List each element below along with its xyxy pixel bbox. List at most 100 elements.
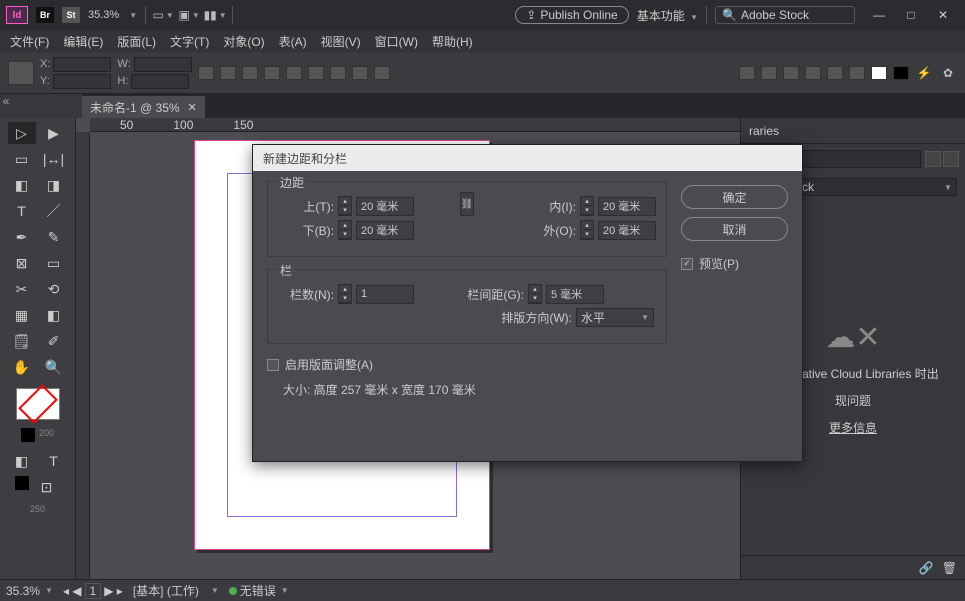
gear-icon[interactable]: ✿: [939, 65, 957, 81]
top-margin-input[interactable]: 20 毫米: [356, 197, 414, 216]
pen-tool[interactable]: ✒: [8, 226, 36, 248]
rect-frame-tool[interactable]: ⊠: [8, 252, 36, 274]
list-view-icon[interactable]: [943, 151, 959, 167]
rect-tool[interactable]: ▭: [40, 252, 68, 274]
panel-tab[interactable]: raries: [741, 118, 965, 144]
link-margins-icon[interactable]: ⛓: [460, 192, 474, 216]
outside-margin-input[interactable]: 20 毫米: [598, 221, 656, 240]
close-tab-icon[interactable]: ✕: [188, 101, 197, 114]
swap-fs[interactable]: ⊡: [33, 476, 61, 498]
zoom-level[interactable]: 35.3%: [88, 9, 119, 21]
arrange-icon[interactable]: ▮▮▼: [206, 7, 224, 23]
w-input[interactable]: [134, 57, 192, 72]
selection-tool[interactable]: ▷: [8, 122, 36, 144]
ctrl-icon[interactable]: [352, 66, 368, 80]
maximize-button[interactable]: □: [895, 3, 927, 27]
y-input[interactable]: [53, 74, 111, 89]
bridge-badge[interactable]: Br: [36, 7, 54, 23]
menu-table[interactable]: 表(A): [273, 31, 313, 52]
menu-object[interactable]: 对象(O): [217, 31, 270, 52]
content-tool[interactable]: ◧: [8, 174, 36, 196]
ctrl-icon[interactable]: [198, 66, 214, 80]
close-button[interactable]: ✕: [927, 3, 959, 27]
gap-tool[interactable]: |↔|: [40, 148, 68, 170]
type-tool[interactable]: T: [8, 200, 36, 222]
stock-search[interactable]: 🔍 Adobe Stock: [715, 6, 855, 24]
master-page[interactable]: [基本] (工作): [133, 582, 199, 599]
ctrl-icon[interactable]: [330, 66, 346, 80]
spinner[interactable]: ▴▾: [338, 220, 352, 240]
ctrl-icon[interactable]: [308, 66, 324, 80]
status-zoom[interactable]: 35.3%: [6, 584, 40, 598]
trash-icon[interactable]: 🗑: [942, 561, 957, 575]
scissors-tool[interactable]: ✂: [8, 278, 36, 300]
ok-button[interactable]: 确定: [681, 185, 788, 209]
more-info-link[interactable]: 更多信息: [829, 419, 877, 436]
workspace-selector[interactable]: 基本功能 ▼: [637, 7, 698, 24]
document-tab[interactable]: 未命名-1 @ 35% ✕: [82, 96, 205, 118]
bottom-margin-input[interactable]: 20 毫米: [356, 221, 414, 240]
spinner[interactable]: ▴▾: [580, 196, 594, 216]
ctrl-icon[interactable]: [761, 66, 777, 80]
ctrl-icon[interactable]: [871, 66, 887, 80]
gradient-tool[interactable]: ▦: [8, 304, 36, 326]
spinner[interactable]: ▴▾: [338, 196, 352, 216]
ctrl-icon[interactable]: [827, 66, 843, 80]
menu-layout[interactable]: 版面(L): [111, 31, 162, 52]
preview-checkbox[interactable]: ✓: [681, 258, 693, 270]
spinner[interactable]: ▴▾: [528, 284, 542, 304]
screen-mode-icon[interactable]: ▣▼: [180, 7, 198, 23]
ref-point-icon[interactable]: [8, 61, 34, 85]
gutter-input[interactable]: 5 毫米: [546, 285, 604, 304]
layout-adjust-checkbox[interactable]: [267, 359, 279, 371]
ctrl-icon[interactable]: [893, 66, 909, 80]
note-tool[interactable]: 🗒: [8, 330, 36, 352]
swatch-black[interactable]: [21, 428, 35, 442]
menu-type[interactable]: 文字(T): [164, 31, 215, 52]
ctrl-icon[interactable]: [783, 66, 799, 80]
ctrl-icon[interactable]: [849, 66, 865, 80]
gradient-feather-tool[interactable]: ◧: [40, 304, 68, 326]
pencil-tool[interactable]: ✎: [40, 226, 68, 248]
menu-help[interactable]: 帮助(H): [426, 31, 479, 52]
page-nav[interactable]: ◂ ◀ 1 ▶ ▸: [63, 583, 123, 599]
transform-tool[interactable]: ⟲: [40, 278, 68, 300]
ctrl-icon[interactable]: [264, 66, 280, 80]
preflight-status[interactable]: 无错误: [240, 582, 276, 599]
default-fs[interactable]: [15, 476, 29, 490]
direction-select[interactable]: 水平▼: [576, 308, 654, 327]
spinner[interactable]: ▴▾: [338, 284, 352, 304]
view-mode-icon[interactable]: ▭▼: [154, 7, 172, 23]
ctrl-icon[interactable]: [286, 66, 302, 80]
minimize-button[interactable]: —: [863, 3, 895, 27]
line-tool[interactable]: ／: [40, 200, 68, 222]
h-input[interactable]: [131, 74, 189, 89]
eyedropper-tool[interactable]: ✐: [40, 330, 68, 352]
menu-window[interactable]: 窗口(W): [369, 31, 424, 52]
chevron-down-icon[interactable]: ▼: [129, 11, 137, 20]
menu-file[interactable]: 文件(F): [4, 31, 55, 52]
page-tool[interactable]: ▭: [8, 148, 36, 170]
publish-button[interactable]: ⇪ Publish Online: [515, 6, 628, 24]
content-tool2[interactable]: ◨: [40, 174, 68, 196]
menu-view[interactable]: 视图(V): [315, 31, 367, 52]
x-input[interactable]: [53, 57, 111, 72]
spinner[interactable]: ▴▾: [580, 220, 594, 240]
format-text[interactable]: T: [40, 450, 68, 472]
menu-edit[interactable]: 编辑(E): [57, 31, 109, 52]
stock-badge[interactable]: St: [62, 7, 80, 23]
ctrl-icon[interactable]: [242, 66, 258, 80]
format-container[interactable]: ◧: [8, 450, 36, 472]
ctrl-icon[interactable]: [374, 66, 390, 80]
hand-tool[interactable]: ✋: [8, 356, 36, 378]
fill-stroke-swatch[interactable]: [16, 388, 60, 420]
inside-margin-input[interactable]: 20 毫米: [598, 197, 656, 216]
direct-select-tool[interactable]: ▶: [40, 122, 68, 144]
ctrl-icon[interactable]: [220, 66, 236, 80]
ctrl-icon[interactable]: [739, 66, 755, 80]
zoom-tool[interactable]: 🔍: [40, 356, 68, 378]
cancel-button[interactable]: 取消: [681, 217, 788, 241]
ctrl-icon[interactable]: [805, 66, 821, 80]
flash-icon[interactable]: ⚡: [915, 65, 933, 81]
grid-view-icon[interactable]: [925, 151, 941, 167]
